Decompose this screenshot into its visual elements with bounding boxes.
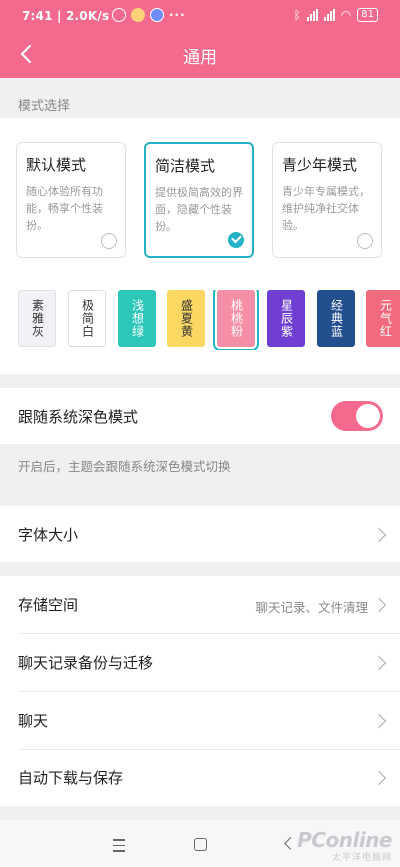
theme-swatch[interactable]: 桃桃粉 (213, 290, 259, 350)
mode-card-desc: 提供极简高效的界面，隐藏个性装扮。 (155, 186, 243, 233)
chevron-right-icon (371, 527, 387, 543)
theme-name: 经典蓝 (329, 299, 344, 338)
font-size-row[interactable]: 字体大小 (0, 506, 400, 562)
mode-card-title: 简洁模式 (155, 157, 216, 175)
theme-swatch[interactable]: 浅想绿 (118, 290, 156, 347)
mode-panel: 默认模式 随心体验所有功能，畅享个性装扮。 简洁模式 提供极简高效的界面，隐藏个… (0, 118, 400, 374)
theme-swatch[interactable]: 经典蓝 (317, 290, 355, 347)
menu-item-auto-download[interactable]: 自动下载与保存 (0, 750, 400, 806)
menu-item-value: 聊天记录、文件清理 (255, 600, 368, 615)
menu-icon[interactable] (107, 832, 131, 856)
wifi-icon: ◠ (340, 8, 352, 22)
mode-card-default[interactable]: 默认模式 随心体验所有功能，畅享个性装扮。 (16, 142, 126, 258)
dark-mode-row: 跟随系统深色模式 (0, 388, 400, 444)
watermark: PConline 太平洋电脑网 (297, 828, 392, 863)
menu-item-storage[interactable]: 存储空间 聊天记录、文件清理 (0, 576, 400, 633)
mode-card-title: 青少年模式 (282, 156, 358, 174)
mode-card-simple[interactable]: 简洁模式 提供极简高效的界面，隐藏个性装扮。 (144, 142, 254, 258)
theme-name: 星辰紫 (279, 299, 294, 338)
chevron-right-icon (371, 713, 387, 729)
menu-item-label: 存储空间 (18, 596, 79, 614)
signal-icon (306, 9, 318, 21)
top-bar: 7:41 | 2.0K/s ··· ᛒ ◠ 81 通用 (0, 0, 400, 78)
status-icons-right: ᛒ ◠ 81 (294, 8, 378, 22)
alarm-icon (112, 8, 126, 22)
theme-name: 素雅灰 (30, 299, 45, 338)
more-notifications-icon: ··· (169, 8, 186, 22)
menu-item-label: 聊天记录备份与迁移 (18, 654, 154, 672)
system-nav-bar: PConline 太平洋电脑网 (0, 820, 400, 867)
menu-item-backup[interactable]: 聊天记录备份与迁移 (0, 634, 400, 691)
bluetooth-icon: ᛒ (293, 8, 301, 22)
theme-swatch[interactable]: 元气红 (366, 290, 400, 347)
theme-name: 浅想绿 (130, 299, 145, 338)
dark-mode-hint: 开启后，主题会跟随系统深色模式切换 (18, 459, 231, 474)
chevron-right-icon (371, 770, 387, 786)
theme-swatch[interactable]: 盛夏黄 (167, 290, 205, 347)
watermark-brand: PConline (297, 828, 392, 852)
theme-name: 桃桃粉 (229, 299, 244, 338)
theme-swatch[interactable]: 极简白 (68, 290, 106, 347)
font-size-label: 字体大小 (18, 526, 79, 544)
app-notification-icon (131, 8, 145, 22)
theme-name: 盛夏黄 (179, 299, 194, 338)
menu-item-chat[interactable]: 聊天 (0, 692, 400, 749)
mode-card-desc: 随心体验所有功能，畅享个性装扮。 (26, 185, 103, 232)
theme-name: 极简白 (80, 299, 95, 338)
status-icons-left: ··· (112, 8, 186, 22)
dark-mode-label: 跟随系统深色模式 (18, 408, 139, 426)
title-bar: 通用 (0, 32, 400, 78)
menu-item-label: 自动下载与保存 (18, 769, 124, 787)
radio-unchecked-icon[interactable] (101, 233, 117, 249)
status-time: 7:41 | 2.0K/s (22, 9, 110, 23)
home-icon[interactable] (188, 832, 212, 856)
menu-item-label: 聊天 (18, 712, 49, 730)
mode-section-label: 模式选择 (18, 99, 71, 114)
page-title: 通用 (183, 48, 217, 68)
theme-swatch-list: 素雅灰 极简白 浅想绿 盛夏黄 桃桃粉 星辰紫 经典蓝 元气红 (18, 290, 400, 350)
chevron-right-icon (371, 655, 387, 671)
net-speed: 2.0K/s (66, 9, 110, 23)
theme-swatch[interactable]: 星辰紫 (267, 290, 305, 347)
status-bar: 7:41 | 2.0K/s ··· ᛒ ◠ 81 (0, 0, 400, 32)
mode-card-title: 默认模式 (26, 156, 87, 174)
settings-menu: 存储空间 聊天记录、文件清理 聊天记录备份与迁移 聊天 自动下载与保存 (0, 576, 400, 806)
signal-4g-icon (323, 9, 335, 21)
mode-card-teen[interactable]: 青少年模式 青少年专属模式，维护纯净社交体验。 (272, 142, 382, 258)
qq-notification-icon (150, 8, 164, 22)
chevron-right-icon (371, 597, 387, 613)
battery-icon: 81 (357, 8, 378, 22)
dark-mode-toggle[interactable] (331, 401, 383, 431)
radio-unchecked-icon[interactable] (357, 233, 373, 249)
theme-name: 元气红 (378, 299, 393, 338)
toggle-knob (356, 404, 380, 428)
clock: 7:41 (22, 9, 53, 23)
mode-card-desc: 青少年专属模式，维护纯净社交体验。 (282, 185, 370, 232)
radio-checked-icon[interactable] (228, 232, 244, 248)
theme-swatch[interactable]: 素雅灰 (18, 290, 56, 347)
